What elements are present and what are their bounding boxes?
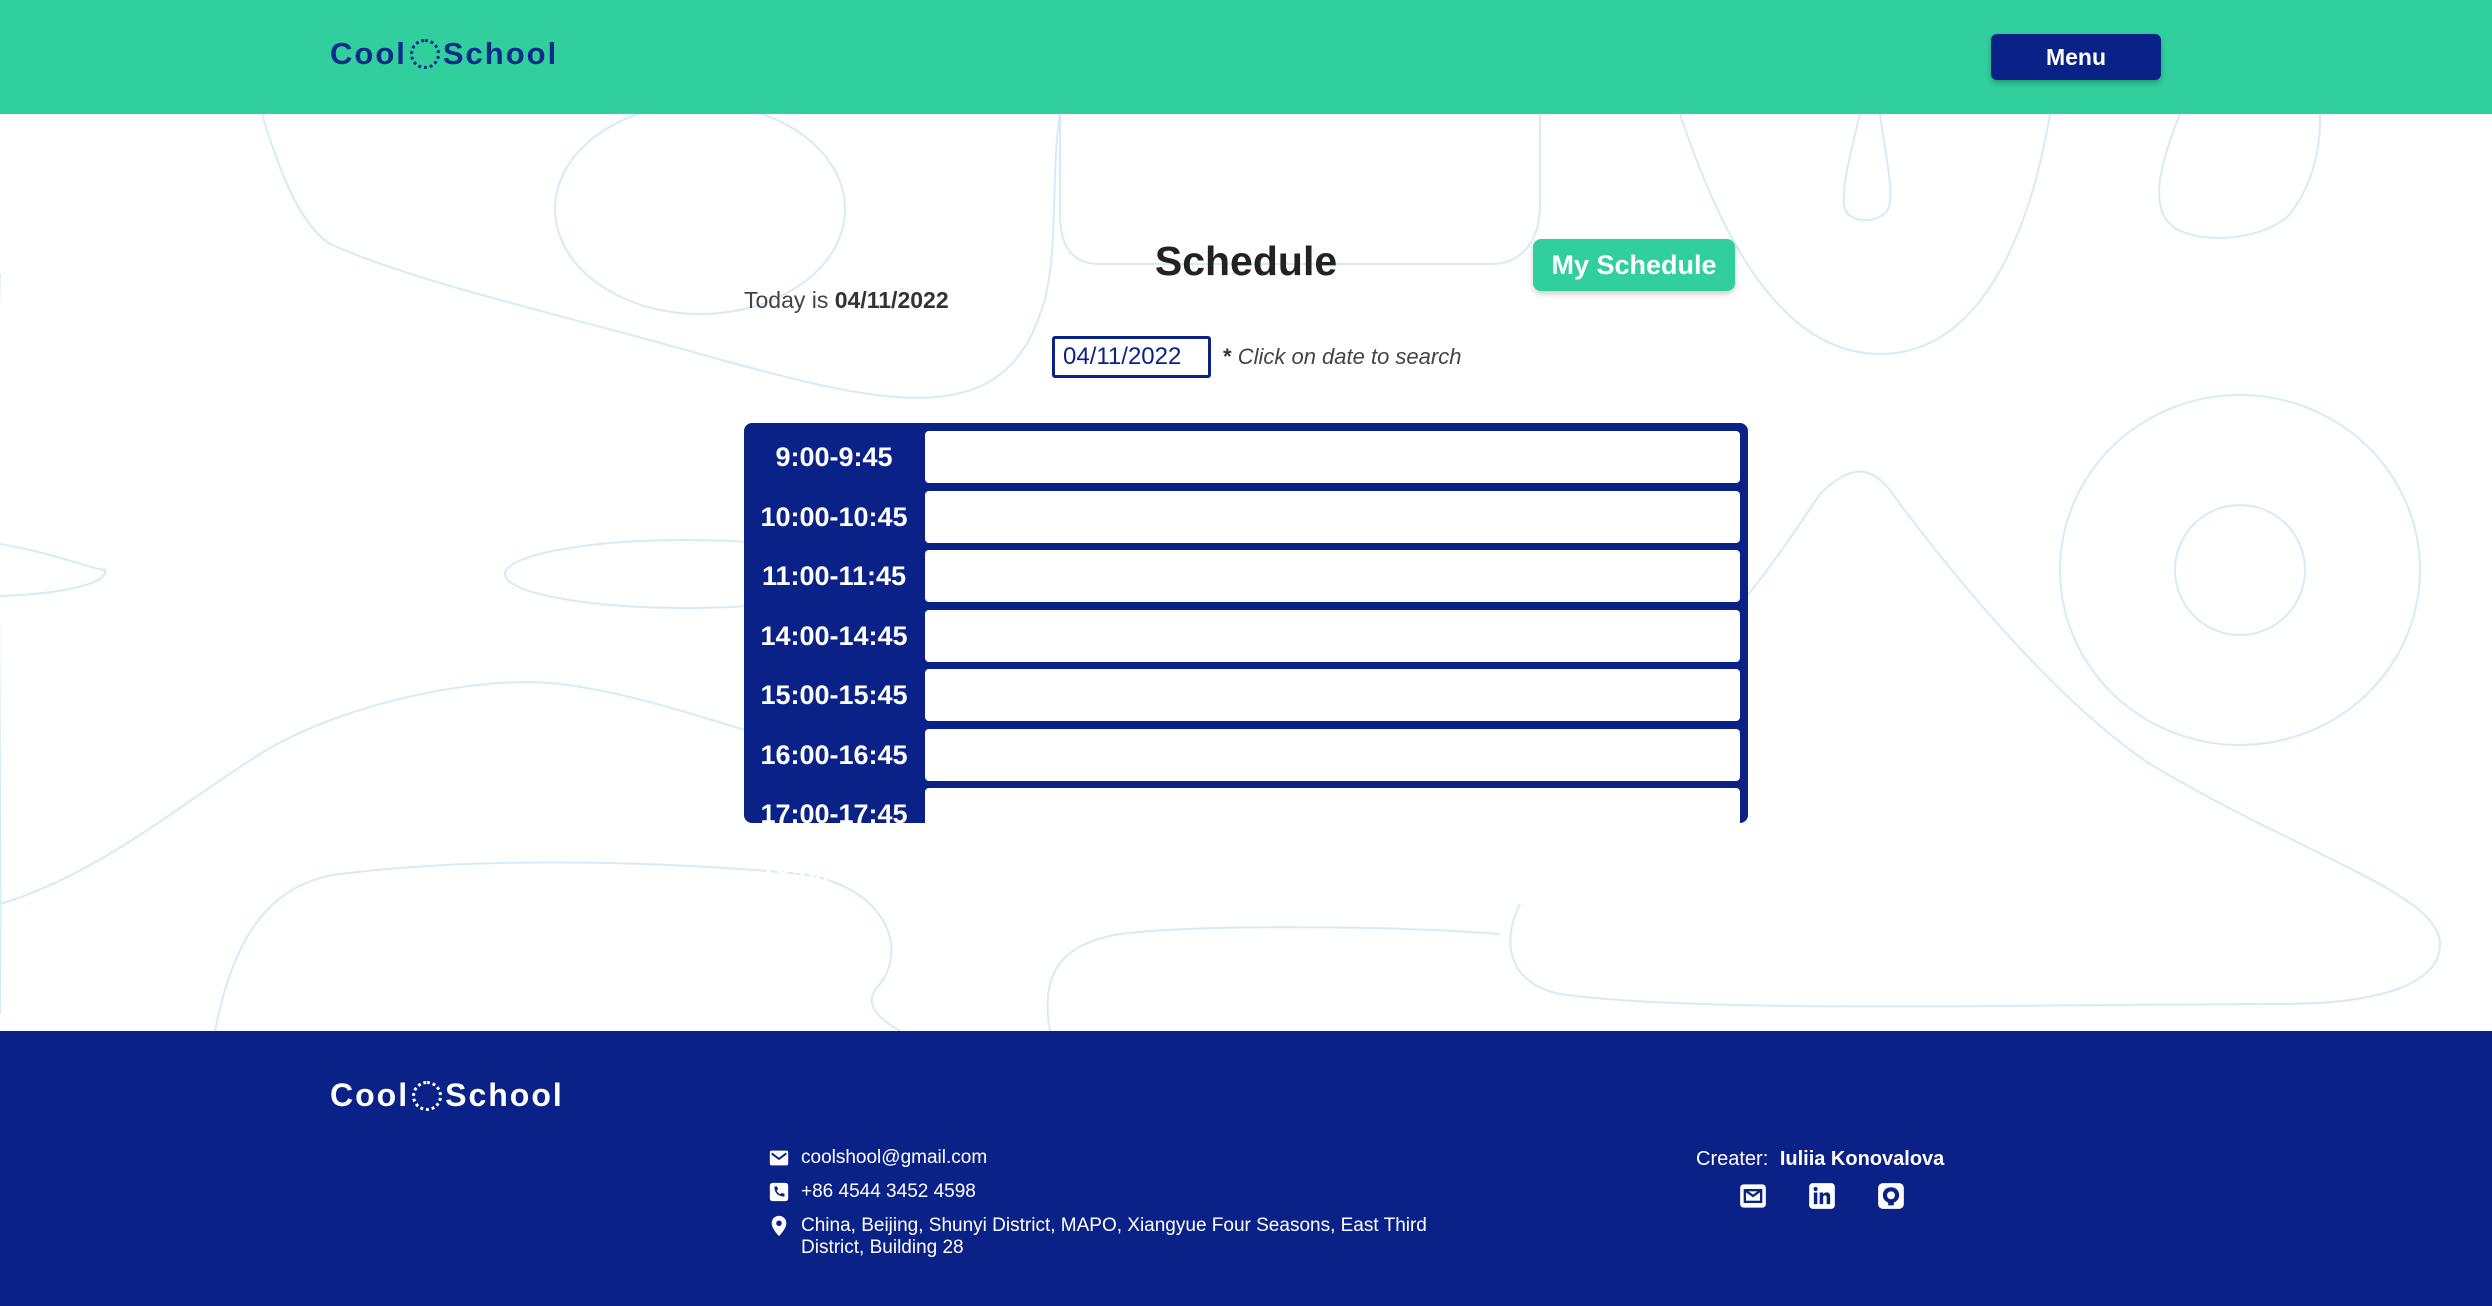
page-footer: Cool School coolshool@gmail.com +86 4544… [0, 1031, 2492, 1306]
envelope-icon [769, 1150, 789, 1166]
github-icon[interactable] [1877, 1182, 1905, 1210]
logo-text-cool: Cool [330, 1077, 410, 1113]
schedule-row: 18:00-18:45 [744, 847, 1748, 900]
creator-credit: Creater: Iuliia Konovalova [1696, 1148, 1944, 1171]
time-slot-label: 9:00-9:45 [775, 442, 893, 472]
today-date-text: Today is 04/11/2022 [744, 287, 949, 314]
schedule-table: 9:00-9:45 10:00-10:45 11:00-11:45 14:00-… [744, 423, 1748, 900]
contact-phone: +86 4544 3452 4598 [768, 1181, 976, 1203]
time-slot-label: 17:00-17:45 [760, 799, 908, 829]
linkedin-icon[interactable] [1808, 1182, 1836, 1210]
today-date-value: 04/11/2022 [834, 287, 949, 313]
address-line-1: China, Beijing, Shunyi District, MAPO, X… [801, 1215, 1427, 1236]
location-pin-icon [771, 1215, 787, 1237]
schedule-slot[interactable] [925, 728, 1740, 781]
my-schedule-button[interactable]: My Schedule [1533, 239, 1735, 291]
contact-email: coolshool@gmail.com [768, 1147, 987, 1169]
menu-button[interactable]: Menu [1991, 34, 2161, 80]
contact-address: China, Beijing, Shunyi District, MAPO, X… [768, 1215, 1427, 1259]
email-icon[interactable] [1739, 1182, 1767, 1210]
phone-icon [769, 1182, 789, 1202]
address-line-2: District, Building 28 [801, 1237, 964, 1258]
date-search-input[interactable] [1052, 336, 1211, 378]
schedule-slot[interactable] [925, 550, 1740, 602]
logo-text-school: School [442, 36, 559, 71]
schedule-row: 9:00-9:45 [744, 431, 1748, 483]
hint-text: Click on date to search [1237, 344, 1462, 369]
schedule-row: 10:00-10:45 [744, 490, 1748, 543]
footer-logo[interactable]: Cool School [330, 1077, 564, 1114]
logo-text-cool: Cool [330, 36, 407, 71]
schedule-slot[interactable] [925, 609, 1740, 662]
top-header: Cool School Menu [0, 0, 2492, 114]
schedule-slot[interactable] [925, 847, 1740, 900]
hint-asterisk: * [1223, 344, 1232, 369]
time-slot-label: 15:00-15:45 [760, 680, 908, 710]
contact-email-text[interactable]: coolshool@gmail.com [801, 1147, 987, 1169]
contact-address-text: China, Beijing, Shunyi District, MAPO, X… [801, 1215, 1427, 1259]
time-slot-label: 16:00-16:45 [760, 739, 908, 770]
creator-name: Iuliia Konovalova [1779, 1148, 1945, 1170]
page-title: Schedule [1154, 238, 1338, 284]
today-prefix: Today is [744, 287, 829, 313]
schedule-slot[interactable] [925, 788, 1740, 840]
schedule-row: 17:00-17:45 [744, 788, 1748, 840]
time-slot-label: 11:00-11:45 [761, 561, 907, 591]
schedule-row: 11:00-11:45 [744, 550, 1748, 602]
time-slot-label: 18:00-18:45 [760, 858, 908, 889]
date-search-hint: * Click on date to search [1223, 344, 1461, 370]
time-slot-label: 10:00-10:45 [760, 501, 908, 532]
schedule-row: 15:00-15:45 [744, 669, 1748, 721]
logo-text-school: School [445, 1077, 564, 1113]
schedule-slot[interactable] [925, 490, 1740, 543]
schedule-row: 16:00-16:45 [744, 728, 1748, 781]
schedule-slot[interactable] [925, 669, 1740, 721]
contact-phone-text: +86 4544 3452 4598 [801, 1181, 976, 1202]
logo-ring-icon [409, 39, 440, 69]
main-content: Schedule My Schedule Today is 04/11/2022… [0, 114, 2492, 1031]
time-slot-label: 14:00-14:45 [760, 620, 908, 651]
schedule-row: 14:00-14:45 [744, 609, 1748, 662]
logo-ring-icon [412, 1080, 443, 1111]
creator-label: Creater: [1696, 1148, 1769, 1170]
header-logo[interactable]: Cool School [330, 36, 558, 72]
schedule-slot[interactable] [925, 431, 1740, 483]
